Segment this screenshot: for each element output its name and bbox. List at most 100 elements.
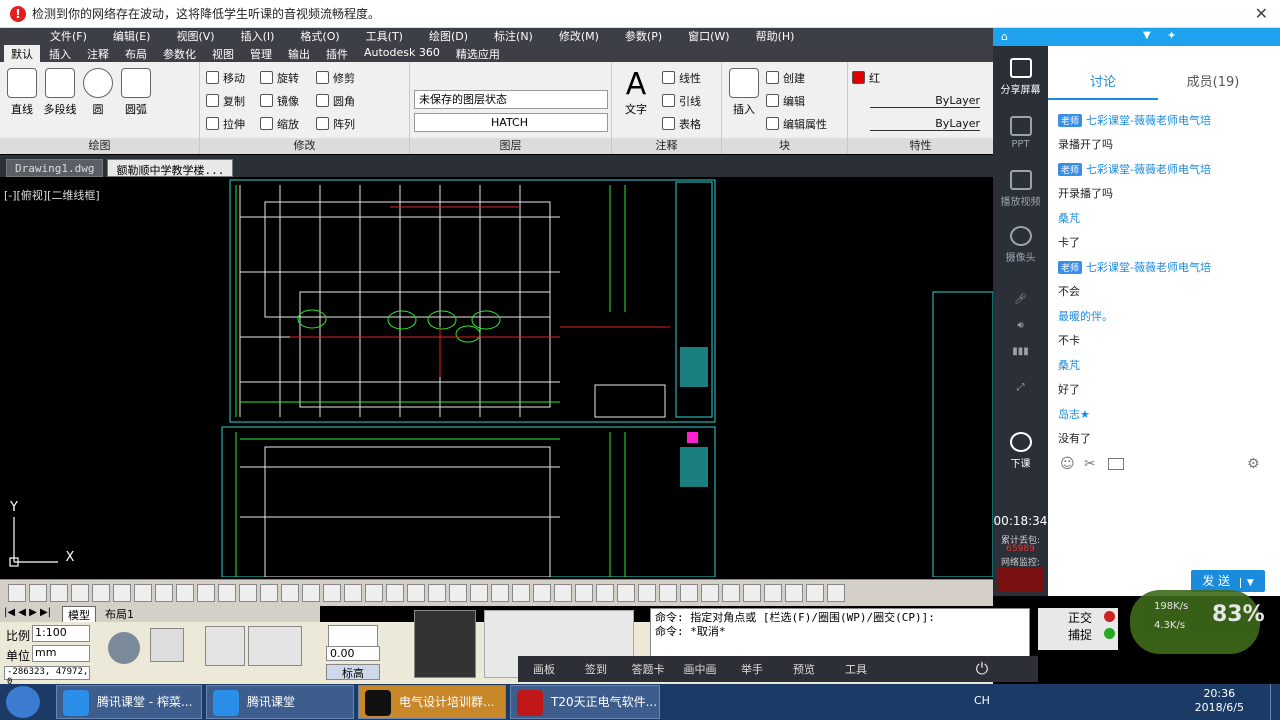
tool-icon[interactable]: [764, 584, 782, 602]
tool-icon[interactable]: [491, 584, 509, 602]
fullscreen-icon[interactable]: ⤢: [993, 382, 1048, 393]
tool-icon[interactable]: [407, 584, 425, 602]
layer-state-select[interactable]: 未保存的图层状态: [414, 90, 608, 109]
home-icon[interactable]: ⌂: [1001, 30, 1008, 43]
tool-icon[interactable]: [533, 584, 551, 602]
tool-icon[interactable]: [596, 584, 614, 602]
viewport-label[interactable]: [-][俯视][二维线框]: [4, 187, 100, 203]
ppt-button[interactable]: PPT: [993, 116, 1048, 150]
settings-icon[interactable]: ⚙: [1247, 456, 1260, 472]
tool-icon[interactable]: [449, 584, 467, 602]
tab-autodesk360[interactable]: Autodesk 360: [357, 45, 447, 62]
unit-select[interactable]: mm: [32, 645, 90, 662]
elevation-input[interactable]: 0.00: [326, 646, 380, 661]
tool-icon[interactable]: [785, 584, 803, 602]
tool-icon[interactable]: [113, 584, 131, 602]
create-block-button[interactable]: 创建: [766, 70, 805, 86]
command-line[interactable]: 命令: 指定对角点或 [栏选(F)/圈围(WP)/圈交(CP)]: 命令: *取…: [650, 608, 1030, 658]
chat-sender[interactable]: 七彩课堂-薇薇老师电气培: [1086, 163, 1211, 176]
layer-tools-icon[interactable]: [248, 626, 302, 666]
block-panel-title[interactable]: 块: [722, 138, 847, 154]
camera-button[interactable]: 摄像头: [993, 226, 1048, 264]
tool-icon[interactable]: [806, 584, 824, 602]
doc-tab-school-building[interactable]: 额勒顺中学教学楼...: [107, 159, 234, 177]
chat-sender[interactable]: 岛志★: [1058, 408, 1090, 421]
copy-button[interactable]: 复制: [206, 93, 245, 109]
xy-icon[interactable]: [205, 626, 245, 666]
tool-icon[interactable]: [8, 584, 26, 602]
tool-icon[interactable]: [722, 584, 740, 602]
tool-icon[interactable]: [365, 584, 383, 602]
tab-manage[interactable]: 管理: [243, 45, 279, 62]
tool-icon[interactable]: [617, 584, 635, 602]
menu-draw[interactable]: 绘图(D): [429, 28, 468, 44]
annotation-panel-title[interactable]: 注释: [612, 138, 721, 154]
pin-icon[interactable]: ✦: [1167, 29, 1176, 42]
snap-toggle[interactable]: 捕捉: [1068, 626, 1092, 643]
fillet-button[interactable]: 圆角: [316, 93, 355, 109]
chat-sender[interactable]: 桑芃: [1058, 212, 1080, 225]
taskbar-tencent-class-2[interactable]: 腾讯课堂: [206, 685, 354, 719]
text-button[interactable]: A 文字: [616, 68, 656, 117]
scale-button[interactable]: 缩放: [260, 116, 299, 132]
chat-sender[interactable]: 最暖的伴。: [1058, 310, 1113, 323]
menu-window[interactable]: 窗口(W): [688, 28, 729, 44]
tool-icon[interactable]: [323, 584, 341, 602]
tool-icon[interactable]: [827, 584, 845, 602]
microphone-icon[interactable]: 🎤︎: [993, 294, 1048, 305]
tool-icon[interactable]: [92, 584, 110, 602]
tool-icon[interactable]: [155, 584, 173, 602]
network-speed-widget[interactable]: 198K/s 4.3K/s 83%: [1130, 590, 1265, 654]
tool-icon[interactable]: [260, 584, 278, 602]
modify-panel-title[interactable]: 修改: [200, 138, 409, 154]
osnap-panel-icon[interactable]: [414, 610, 476, 678]
play-video-button[interactable]: 播放视频: [993, 170, 1048, 208]
tab-view[interactable]: 视图: [205, 45, 241, 62]
draw-panel-title[interactable]: 绘图: [0, 138, 199, 154]
taskbar-t20-software[interactable]: T20天正电气软件...: [510, 685, 660, 719]
arc-button[interactable]: 圆弧: [116, 68, 156, 117]
polyline-button[interactable]: 多段线: [40, 68, 80, 117]
power-icon[interactable]: ⏻: [962, 659, 1002, 679]
tab-parametric[interactable]: 参数化: [156, 45, 203, 62]
tool-icon[interactable]: [743, 584, 761, 602]
whiteboard-button[interactable]: 画板: [518, 661, 570, 677]
dropdown-icon[interactable]: ▼: [1143, 30, 1151, 41]
start-button-icon[interactable]: [6, 686, 40, 718]
raise-hand-button[interactable]: 举手: [726, 661, 778, 677]
tool-icon[interactable]: [344, 584, 362, 602]
image-icon[interactable]: [1108, 458, 1124, 470]
tool-icon[interactable]: [218, 584, 236, 602]
share-screen-button[interactable]: 分享屏幕: [993, 58, 1048, 96]
tool-icon[interactable]: [197, 584, 215, 602]
system-clock[interactable]: 20:36 2018/6/5: [1195, 687, 1244, 715]
tool-icon[interactable]: [134, 584, 152, 602]
close-icon[interactable]: ✕: [1255, 4, 1268, 23]
edit-block-button[interactable]: 编辑: [766, 93, 805, 109]
linetype-select[interactable]: ByLayer: [870, 94, 980, 108]
drawing-canvas[interactable]: [-][俯视][二维线框] Y X: [0, 177, 993, 577]
tab-plugins[interactable]: 插件: [319, 45, 355, 62]
tool-icon[interactable]: [302, 584, 320, 602]
tool-icon[interactable]: [71, 584, 89, 602]
chat-sender[interactable]: 七彩课堂-薇薇老师电气培: [1086, 114, 1211, 127]
tools-button[interactable]: 工具: [830, 661, 882, 677]
checkin-button[interactable]: 签到: [570, 661, 622, 677]
trim-button[interactable]: 修剪: [316, 70, 355, 86]
menu-modify[interactable]: 修改(M): [559, 28, 599, 44]
send-button[interactable]: 发 送 ▼: [1191, 570, 1265, 592]
show-desktop-button[interactable]: [1270, 684, 1280, 720]
current-layer-select[interactable]: HATCH: [414, 113, 608, 132]
linear-dim-button[interactable]: 线性: [662, 70, 701, 86]
menu-view[interactable]: 视图(V): [176, 28, 214, 44]
lineweight-select[interactable]: ByLayer: [870, 117, 980, 131]
speaker-icon[interactable]: 🔊︎: [993, 320, 1048, 331]
tool-icon[interactable]: [470, 584, 488, 602]
tool-icon[interactable]: [428, 584, 446, 602]
menu-parameters[interactable]: 参数(P): [625, 28, 662, 44]
menu-tools[interactable]: 工具(T): [366, 28, 403, 44]
tool-icon[interactable]: [29, 584, 47, 602]
mirror-button[interactable]: 镜像: [260, 93, 299, 109]
doc-tab-drawing1[interactable]: Drawing1.dwg: [6, 159, 104, 177]
tab-annotate[interactable]: 注释: [80, 45, 116, 62]
